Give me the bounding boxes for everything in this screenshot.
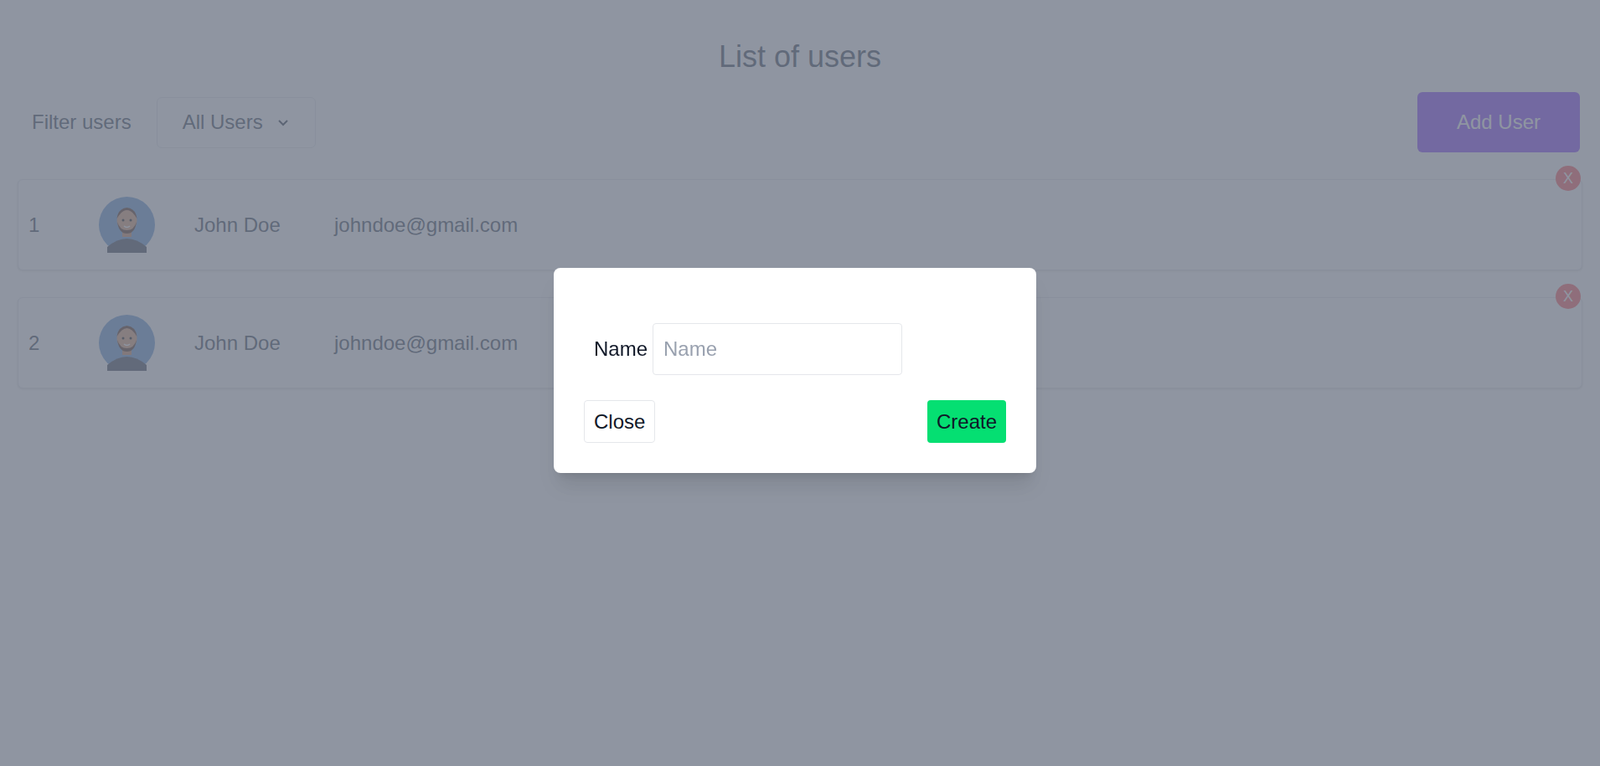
close-button[interactable]: Close (583, 400, 656, 444)
modal: Name Close Create (553, 268, 1037, 474)
field-label: Name (593, 335, 648, 363)
name-input[interactable] (652, 323, 903, 376)
create-button[interactable]: Create (927, 400, 1007, 444)
modal-overlay: Name Close Create (0, 0, 1600, 766)
app: List of usersFilter usersAll UsersAdd Us… (0, 0, 1600, 766)
